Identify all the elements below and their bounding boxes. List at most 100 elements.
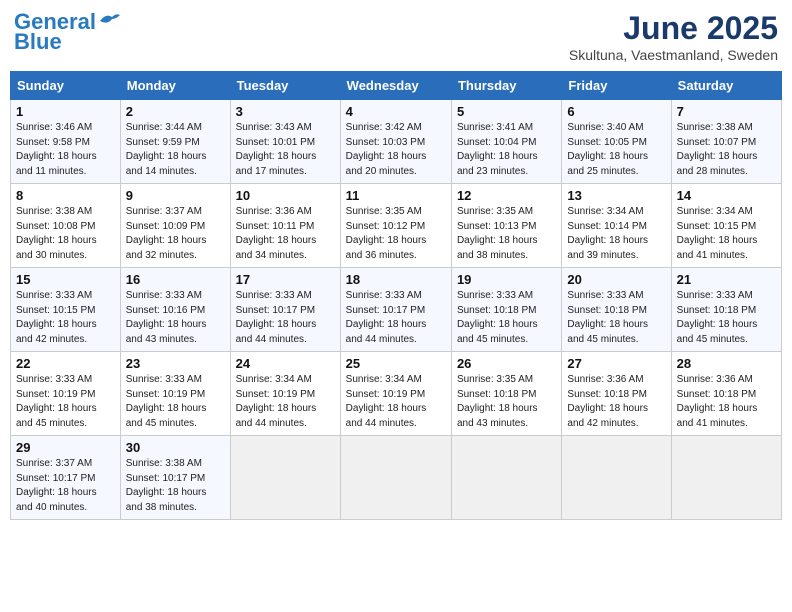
calendar-cell: 18 Sunrise: 3:33 AMSunset: 10:17 PMDaylig… (340, 268, 451, 352)
day-info: Sunrise: 3:44 AMSunset: 9:59 PMDaylight:… (126, 121, 225, 179)
calendar-cell: 8 Sunrise: 3:38 AMSunset: 10:08 PMDayligh… (11, 184, 121, 268)
calendar-cell: 2 Sunrise: 3:44 AMSunset: 9:59 PMDaylight… (120, 100, 230, 184)
weekday-header-sunday: Sunday (11, 72, 121, 100)
day-info: Sunrise: 3:33 AMSunset: 10:16 PMDaylight… (126, 289, 225, 347)
logo-bird-icon (98, 11, 120, 29)
calendar-cell: 4 Sunrise: 3:42 AMSunset: 10:03 PMDayligh… (340, 100, 451, 184)
calendar-cell: 25 Sunrise: 3:34 AMSunset: 10:19 PMDaylig… (340, 352, 451, 436)
week-row-2: 8 Sunrise: 3:38 AMSunset: 10:08 PMDayligh… (11, 184, 782, 268)
day-number: 29 (16, 440, 115, 455)
day-info: Sunrise: 3:38 AMSunset: 10:17 PMDaylight… (126, 457, 225, 515)
day-info: Sunrise: 3:41 AMSunset: 10:04 PMDaylight… (457, 121, 556, 179)
day-info: Sunrise: 3:33 AMSunset: 10:17 PMDaylight… (236, 289, 335, 347)
day-number: 26 (457, 356, 556, 371)
calendar-cell: 1Sunrise: 3:46 AMSunset: 9:58 PMDaylight… (11, 100, 121, 184)
day-number: 30 (126, 440, 225, 455)
day-info: Sunrise: 3:33 AMSunset: 10:18 PMDaylight… (457, 289, 556, 347)
calendar-cell: 20 Sunrise: 3:33 AMSunset: 10:18 PMDaylig… (562, 268, 671, 352)
day-number: 3 (236, 104, 335, 119)
day-number: 12 (457, 188, 556, 203)
day-info: Sunrise: 3:42 AMSunset: 10:03 PMDaylight… (346, 121, 446, 179)
weekday-header-friday: Friday (562, 72, 671, 100)
day-info: Sunrise: 3:34 AMSunset: 10:19 PMDaylight… (346, 373, 446, 431)
page-header: General Blue June 2025 Skultuna, Vaestma… (10, 10, 782, 63)
day-number: 11 (346, 188, 446, 203)
day-number: 16 (126, 272, 225, 287)
day-number: 20 (567, 272, 665, 287)
day-number: 8 (16, 188, 115, 203)
day-info: Sunrise: 3:34 AMSunset: 10:14 PMDaylight… (567, 205, 665, 263)
day-number: 23 (126, 356, 225, 371)
day-number: 25 (346, 356, 446, 371)
calendar-cell: 29Sunrise: 3:37 AMSunset: 10:17 PMDaylig… (11, 436, 121, 520)
calendar-table: SundayMondayTuesdayWednesdayThursdayFrid… (10, 71, 782, 520)
day-number: 10 (236, 188, 335, 203)
day-info: Sunrise: 3:34 AMSunset: 10:15 PMDaylight… (677, 205, 776, 263)
weekday-header-tuesday: Tuesday (230, 72, 340, 100)
day-info: Sunrise: 3:46 AMSunset: 9:58 PMDaylight:… (16, 121, 115, 179)
calendar-cell (340, 436, 451, 520)
calendar-cell: 6 Sunrise: 3:40 AMSunset: 10:05 PMDayligh… (562, 100, 671, 184)
calendar-cell: 5 Sunrise: 3:41 AMSunset: 10:04 PMDayligh… (451, 100, 561, 184)
day-info: Sunrise: 3:38 AMSunset: 10:08 PMDaylight… (16, 205, 115, 263)
logo-blue: Blue (14, 30, 62, 54)
logo: General Blue (14, 10, 120, 54)
day-info: Sunrise: 3:36 AMSunset: 10:18 PMDaylight… (677, 373, 776, 431)
day-info: Sunrise: 3:33 AMSunset: 10:17 PMDaylight… (346, 289, 446, 347)
day-info: Sunrise: 3:33 AMSunset: 10:19 PMDaylight… (126, 373, 225, 431)
weekday-header-monday: Monday (120, 72, 230, 100)
day-number: 28 (677, 356, 776, 371)
day-number: 6 (567, 104, 665, 119)
day-info: Sunrise: 3:36 AMSunset: 10:11 PMDaylight… (236, 205, 335, 263)
calendar-cell: 10 Sunrise: 3:36 AMSunset: 10:11 PMDaylig… (230, 184, 340, 268)
week-row-4: 22 Sunrise: 3:33 AMSunset: 10:19 PMDaylig… (11, 352, 782, 436)
day-info: Sunrise: 3:33 AMSunset: 10:18 PMDaylight… (567, 289, 665, 347)
day-number: 24 (236, 356, 335, 371)
day-number: 5 (457, 104, 556, 119)
day-info: Sunrise: 3:33 AMSunset: 10:19 PMDaylight… (16, 373, 115, 431)
day-number: 7 (677, 104, 776, 119)
day-number: 27 (567, 356, 665, 371)
week-row-3: 15 Sunrise: 3:33 AMSunset: 10:15 PMDaylig… (11, 268, 782, 352)
day-number: 18 (346, 272, 446, 287)
calendar-cell: 26Sunrise: 3:35 AMSunset: 10:18 PMDaylig… (451, 352, 561, 436)
day-info: Sunrise: 3:38 AMSunset: 10:07 PMDaylight… (677, 121, 776, 179)
location-subtitle: Skultuna, Vaestmanland, Sweden (569, 47, 778, 63)
day-number: 22 (16, 356, 115, 371)
day-number: 13 (567, 188, 665, 203)
day-number: 4 (346, 104, 446, 119)
day-info: Sunrise: 3:40 AMSunset: 10:05 PMDaylight… (567, 121, 665, 179)
calendar-cell: 14Sunrise: 3:34 AMSunset: 10:15 PMDaylig… (671, 184, 781, 268)
day-number: 17 (236, 272, 335, 287)
calendar-cell: 19Sunrise: 3:33 AMSunset: 10:18 PMDaylig… (451, 268, 561, 352)
calendar-cell: 23 Sunrise: 3:33 AMSunset: 10:19 PMDaylig… (120, 352, 230, 436)
calendar-cell: 30 Sunrise: 3:38 AMSunset: 10:17 PMDaylig… (120, 436, 230, 520)
calendar-cell: 16 Sunrise: 3:33 AMSunset: 10:16 PMDaylig… (120, 268, 230, 352)
day-info: Sunrise: 3:33 AMSunset: 10:18 PMDaylight… (677, 289, 776, 347)
week-row-1: 1Sunrise: 3:46 AMSunset: 9:58 PMDaylight… (11, 100, 782, 184)
calendar-cell: 7 Sunrise: 3:38 AMSunset: 10:07 PMDayligh… (671, 100, 781, 184)
calendar-cell: 27Sunrise: 3:36 AMSunset: 10:18 PMDaylig… (562, 352, 671, 436)
calendar-cell: 21 Sunrise: 3:33 AMSunset: 10:18 PMDaylig… (671, 268, 781, 352)
day-number: 9 (126, 188, 225, 203)
calendar-cell: 15 Sunrise: 3:33 AMSunset: 10:15 PMDaylig… (11, 268, 121, 352)
calendar-cell (671, 436, 781, 520)
week-row-5: 29Sunrise: 3:37 AMSunset: 10:17 PMDaylig… (11, 436, 782, 520)
calendar-cell (451, 436, 561, 520)
weekday-header-row: SundayMondayTuesdayWednesdayThursdayFrid… (11, 72, 782, 100)
calendar-cell: 24 Sunrise: 3:34 AMSunset: 10:19 PMDaylig… (230, 352, 340, 436)
day-info: Sunrise: 3:33 AMSunset: 10:15 PMDaylight… (16, 289, 115, 347)
calendar-cell: 12Sunrise: 3:35 AMSunset: 10:13 PMDaylig… (451, 184, 561, 268)
weekday-header-wednesday: Wednesday (340, 72, 451, 100)
weekday-header-thursday: Thursday (451, 72, 561, 100)
day-number: 21 (677, 272, 776, 287)
calendar-cell (562, 436, 671, 520)
calendar-cell: 11Sunrise: 3:35 AMSunset: 10:12 PMDaylig… (340, 184, 451, 268)
month-title: June 2025 (569, 10, 778, 47)
day-info: Sunrise: 3:34 AMSunset: 10:19 PMDaylight… (236, 373, 335, 431)
calendar-cell: 3 Sunrise: 3:43 AMSunset: 10:01 PMDayligh… (230, 100, 340, 184)
day-info: Sunrise: 3:43 AMSunset: 10:01 PMDaylight… (236, 121, 335, 179)
day-number: 15 (16, 272, 115, 287)
calendar-cell: 28 Sunrise: 3:36 AMSunset: 10:18 PMDaylig… (671, 352, 781, 436)
day-number: 2 (126, 104, 225, 119)
